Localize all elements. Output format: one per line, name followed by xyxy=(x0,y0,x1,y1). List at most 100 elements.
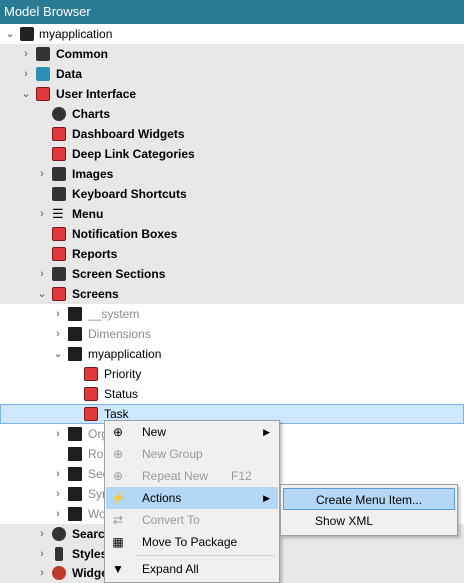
tree-item-user-interface[interactable]: ⌄ User Interface xyxy=(0,84,464,104)
screen-icon xyxy=(84,387,98,401)
tree-item-label: Priority xyxy=(104,367,142,381)
lightning-icon: ⚡ xyxy=(110,491,126,505)
folder-icon xyxy=(68,307,82,321)
chevron-right-icon[interactable]: › xyxy=(52,304,64,324)
package-icon: ▦ xyxy=(112,535,124,549)
chevron-right-icon[interactable]: › xyxy=(52,324,64,344)
shortcut-key: F12 xyxy=(231,469,252,483)
tree-item-deep-link-categories[interactable]: Deep Link Categories xyxy=(0,144,464,164)
tree-item-label: Searc xyxy=(72,527,105,541)
screen-icon xyxy=(84,407,98,421)
chevron-down-icon[interactable]: ⌄ xyxy=(20,84,32,104)
chevron-down-icon[interactable]: ⌄ xyxy=(4,24,16,44)
tree-item-charts[interactable]: Charts xyxy=(0,104,464,124)
tree-item-label: Keyboard Shortcuts xyxy=(72,187,187,201)
tree-item-notification-boxes[interactable]: Notification Boxes xyxy=(0,224,464,244)
folder-icon xyxy=(68,427,82,441)
menu-item-label: Actions xyxy=(142,491,182,505)
tree-item-priority[interactable]: Priority xyxy=(0,364,464,384)
tree-item-label: Dimensions xyxy=(88,327,151,341)
menu-item-label: Repeat New xyxy=(142,469,209,483)
tree-item-data[interactable]: › Data xyxy=(0,64,464,84)
menu-item-new[interactable]: ⊕ New ▶ xyxy=(106,421,278,443)
screens-icon xyxy=(52,287,66,301)
chart-icon xyxy=(52,107,66,121)
menu-item-expand-all[interactable]: ▼ Expand All xyxy=(106,558,278,580)
data-icon xyxy=(36,67,50,81)
menu-list-icon: ☰ xyxy=(52,206,64,221)
tree-item-reports[interactable]: Reports xyxy=(0,244,464,264)
window-title-bar: Model Browser xyxy=(0,0,464,24)
tree-item-label: __system xyxy=(88,307,140,321)
menu-item-convert-to[interactable]: ⇄ Convert To xyxy=(106,509,278,531)
tree-item-screen-sections[interactable]: › Screen Sections xyxy=(0,264,464,284)
actions-submenu: Create Menu Item... Show XML xyxy=(280,484,458,536)
tree-item-images[interactable]: › Images xyxy=(0,164,464,184)
submenu-arrow-icon: ▶ xyxy=(263,427,270,437)
tree-item-myapplication-folder[interactable]: ⌄ myapplication xyxy=(0,344,464,364)
tree-item-menu[interactable]: › ☰ Menu xyxy=(0,204,464,224)
tree-item-label: Screen Sections xyxy=(72,267,166,281)
keyboard-icon xyxy=(52,187,66,201)
tree-item-keyboard-shortcuts[interactable]: Keyboard Shortcuts xyxy=(0,184,464,204)
tree-item-system[interactable]: › __system xyxy=(0,304,464,324)
chevron-right-icon[interactable]: › xyxy=(20,44,32,64)
menu-item-new-group[interactable]: ⊕ New Group xyxy=(106,443,278,465)
menu-separator xyxy=(135,555,275,556)
menu-item-label: Create Menu Item... xyxy=(316,493,423,507)
folder-icon xyxy=(68,507,82,521)
tree-item-label: Dashboard Widgets xyxy=(72,127,185,141)
tree-item-label: Status xyxy=(104,387,139,401)
tree-item-label: Data xyxy=(56,67,83,81)
submenu-arrow-icon: ▶ xyxy=(263,493,270,503)
tree-item-status[interactable]: Status xyxy=(0,384,464,404)
tree-item-root[interactable]: ⌄ myapplication xyxy=(0,24,464,44)
screen-section-icon xyxy=(52,267,66,281)
tree-item-dashboard-widgets[interactable]: Dashboard Widgets xyxy=(0,124,464,144)
tree-item-label: myapplication xyxy=(39,27,113,41)
chevron-right-icon[interactable]: › xyxy=(36,524,48,544)
menu-item-label: New Group xyxy=(142,447,203,461)
chevron-right-icon[interactable]: › xyxy=(36,563,48,583)
chevron-right-icon[interactable]: › xyxy=(36,204,48,224)
menu-item-label: Move To Package xyxy=(142,535,238,549)
menu-item-repeat-new[interactable]: ⊕ Repeat New F12 xyxy=(106,465,278,487)
tree-item-label: Menu xyxy=(72,207,104,221)
menu-item-create-menu-item[interactable]: Create Menu Item... xyxy=(283,488,455,510)
tree-item-label: Images xyxy=(72,167,114,181)
menu-item-move-to-package[interactable]: ▦ Move To Package xyxy=(106,531,278,553)
menu-item-label: Expand All xyxy=(142,562,199,576)
chevron-right-icon[interactable]: › xyxy=(52,464,64,484)
chevron-down-icon[interactable]: ⌄ xyxy=(36,284,48,304)
notification-icon xyxy=(52,227,66,241)
menu-item-label: Convert To xyxy=(142,513,200,527)
expand-down-icon: ▼ xyxy=(112,562,124,576)
tree-item-label: myapplication xyxy=(88,347,162,361)
chevron-right-icon[interactable]: › xyxy=(20,64,32,84)
tree-item-label: Screens xyxy=(72,287,119,301)
chevron-right-icon[interactable]: › xyxy=(52,424,64,444)
tree-item-label: User Interface xyxy=(56,87,137,101)
tree-item-label: Reports xyxy=(72,247,118,261)
tree-item-common[interactable]: › Common xyxy=(0,44,464,64)
tree-item-label: Charts xyxy=(72,107,111,121)
context-menu: ⊕ New ▶ ⊕ New Group ⊕ Repeat New F12 ⚡ A… xyxy=(104,420,280,583)
chevron-right-icon[interactable]: › xyxy=(36,164,48,184)
image-icon xyxy=(52,167,66,181)
chevron-down-icon[interactable]: ⌄ xyxy=(52,344,64,364)
menu-item-show-xml[interactable]: Show XML xyxy=(283,510,455,532)
tree-item-dimensions[interactable]: › Dimensions xyxy=(0,324,464,344)
chevron-right-icon[interactable]: › xyxy=(52,504,64,524)
menu-item-label: New xyxy=(142,425,167,439)
convert-icon: ⇄ xyxy=(112,513,124,527)
chevron-right-icon[interactable]: › xyxy=(36,264,48,284)
report-icon xyxy=(52,247,66,261)
widget-icon xyxy=(52,566,66,580)
menu-item-actions[interactable]: ⚡ Actions ▶ xyxy=(106,487,278,509)
folder-icon xyxy=(68,467,82,481)
deep-link-icon xyxy=(52,147,66,161)
tree-item-screens[interactable]: ⌄ Screens xyxy=(0,284,464,304)
folder-icon xyxy=(68,347,82,361)
chevron-right-icon[interactable]: › xyxy=(36,544,48,564)
chevron-right-icon[interactable]: › xyxy=(52,484,64,504)
